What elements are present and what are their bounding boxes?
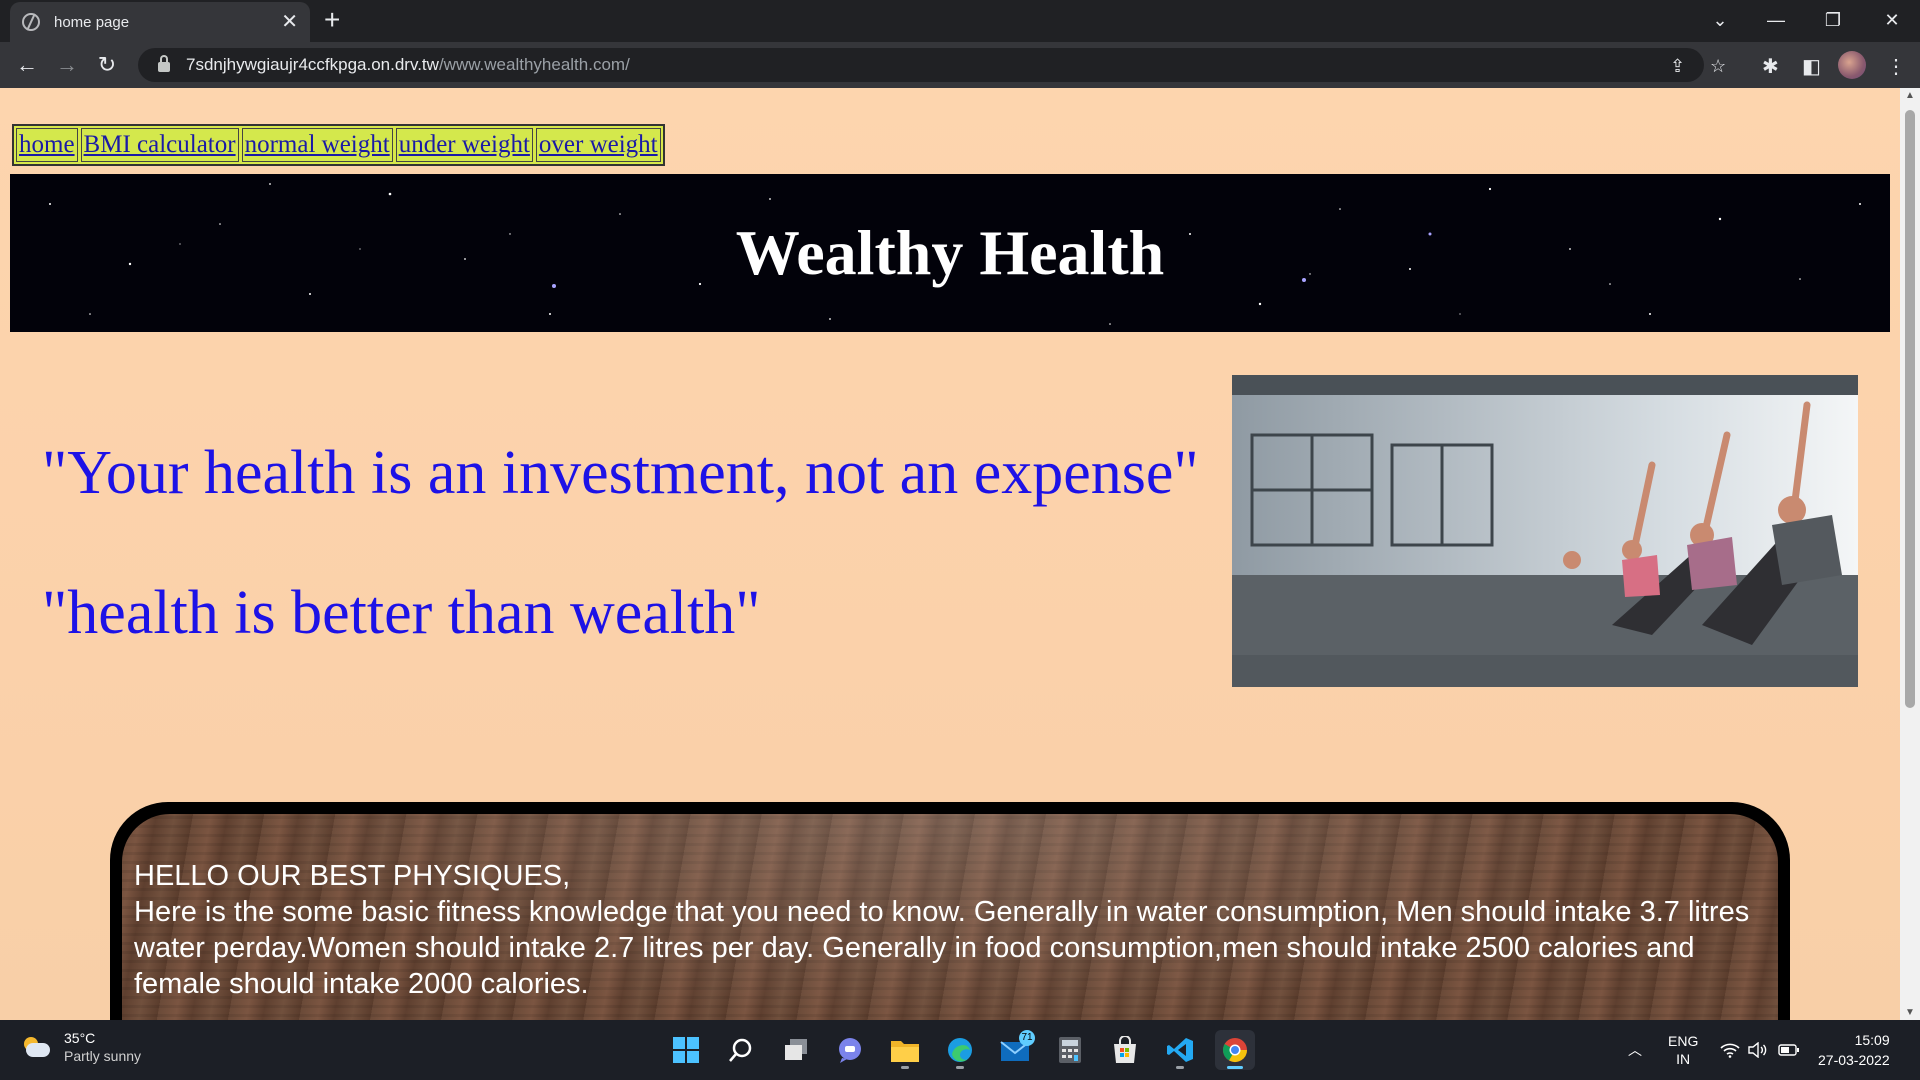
extensions-puzzle-icon[interactable]: ✱: [1762, 54, 1779, 79]
page-scrollbar[interactable]: ▲ ▼: [1900, 88, 1920, 1020]
edge-browser-icon[interactable]: [940, 1030, 980, 1070]
globe-icon: [22, 13, 40, 31]
mail-icon[interactable]: 71: [995, 1030, 1035, 1070]
page-viewport: home BMI calculator normal weight under …: [0, 88, 1900, 1020]
nav-link-over-weight[interactable]: over weight: [535, 128, 661, 162]
browser-toolbar: ← → ↻ 7sdnjhywgiaujr4ccfkpga.on.drv.tw/w…: [0, 42, 1920, 88]
browser-tab[interactable]: home page ✕: [10, 2, 310, 42]
bookmark-star-icon[interactable]: ☆: [1710, 56, 1726, 77]
language-indicator[interactable]: ENG IN: [1668, 1020, 1698, 1080]
forward-arrow-icon[interactable]: →: [52, 50, 82, 80]
minimize-button[interactable]: —: [1756, 4, 1796, 36]
task-view-icon[interactable]: [776, 1030, 816, 1070]
address-bar[interactable]: 7sdnjhywgiaujr4ccfkpga.on.drv.tw/www.wea…: [138, 48, 1726, 82]
nav-link-bmi-calculator[interactable]: BMI calculator: [80, 128, 239, 162]
file-explorer-icon[interactable]: [885, 1030, 925, 1070]
hidden-icons-chevron-icon[interactable]: ︿: [1628, 1020, 1642, 1080]
quote-health-wealth: "health is better than wealth": [42, 579, 761, 647]
info-heading: HELLO OUR BEST PHYSIQUES,: [134, 860, 571, 892]
site-title: Wealthy Health: [735, 217, 1165, 288]
scroll-down-arrow-icon[interactable]: ▼: [1900, 1007, 1920, 1018]
fitness-class-image: [1232, 375, 1858, 687]
weather-widget[interactable]: 35°C Partly sunny: [22, 1029, 141, 1065]
site-banner: Wealthy Health: [10, 174, 1890, 332]
nav-link-home[interactable]: home: [16, 128, 78, 162]
tab-title: home page: [54, 13, 130, 31]
clock[interactable]: 15:09 27-03-2022: [1818, 1020, 1890, 1080]
site-nav: home BMI calculator normal weight under …: [12, 124, 665, 166]
share-icon[interactable]: ⇪: [1670, 56, 1685, 77]
info-body: Here is the some basic fitness knowledge…: [134, 896, 1750, 1000]
weather-description: Partly sunny: [64, 1048, 142, 1064]
start-windows-icon[interactable]: [666, 1030, 706, 1070]
close-window-button[interactable]: ✕: [1872, 4, 1912, 36]
mail-badge: 71: [1019, 1030, 1035, 1046]
partly-sunny-icon: [22, 1037, 52, 1057]
wood-texture-background: HELLO OUR BEST PHYSIQUES, Here is the so…: [122, 814, 1778, 1020]
region-code: IN: [1676, 1051, 1691, 1067]
tab-search-chevron-icon[interactable]: ⌄: [1700, 4, 1740, 36]
nav-link-under-weight[interactable]: under weight: [395, 128, 533, 162]
chrome-icon[interactable]: [1215, 1030, 1255, 1070]
url-host: 7sdnjhywgiaujr4ccfkpga.on.drv.tw: [186, 55, 439, 74]
url-path: /www.wealthyhealth.com/: [438, 55, 630, 74]
teams-chat-icon[interactable]: [830, 1030, 870, 1070]
clock-date: 27-03-2022: [1818, 1052, 1890, 1068]
new-tab-button[interactable]: +: [324, 6, 340, 34]
wifi-icon[interactable]: [1720, 1020, 1740, 1080]
quote-investment: "Your health is an investment, not an ex…: [42, 439, 1199, 507]
volume-icon[interactable]: [1748, 1020, 1768, 1080]
language-code: ENG: [1668, 1033, 1699, 1049]
calculator-icon[interactable]: [1050, 1030, 1090, 1070]
side-panel-icon[interactable]: ◧: [1802, 54, 1821, 79]
reload-icon[interactable]: ↻: [92, 50, 122, 80]
lock-icon[interactable]: [158, 55, 170, 72]
vscode-icon[interactable]: [1160, 1030, 1200, 1070]
search-icon[interactable]: [721, 1030, 761, 1070]
battery-icon[interactable]: [1778, 1020, 1800, 1080]
weather-temperature: 35°C: [64, 1030, 96, 1046]
tab-close-icon[interactable]: ✕: [281, 12, 298, 32]
fitness-info-panel: HELLO OUR BEST PHYSIQUES, Here is the so…: [110, 802, 1790, 1020]
windows-taskbar: 35°C Partly sunny 71 ︿ ENG IN 15:09 27-0…: [0, 1020, 1920, 1080]
restore-button[interactable]: ❐: [1813, 4, 1853, 36]
back-arrow-icon[interactable]: ←: [12, 50, 42, 80]
scroll-up-arrow-icon[interactable]: ▲: [1900, 90, 1920, 101]
clock-time: 15:09: [1854, 1032, 1890, 1048]
menu-dots-icon[interactable]: ⋮: [1886, 54, 1906, 79]
nav-link-normal-weight[interactable]: normal weight: [241, 128, 393, 162]
profile-avatar[interactable]: [1838, 51, 1866, 79]
tab-strip: home page ✕ + ⌄ — ❐ ✕: [0, 0, 1920, 42]
scroll-thumb[interactable]: [1905, 110, 1915, 708]
microsoft-store-icon[interactable]: [1105, 1030, 1145, 1070]
